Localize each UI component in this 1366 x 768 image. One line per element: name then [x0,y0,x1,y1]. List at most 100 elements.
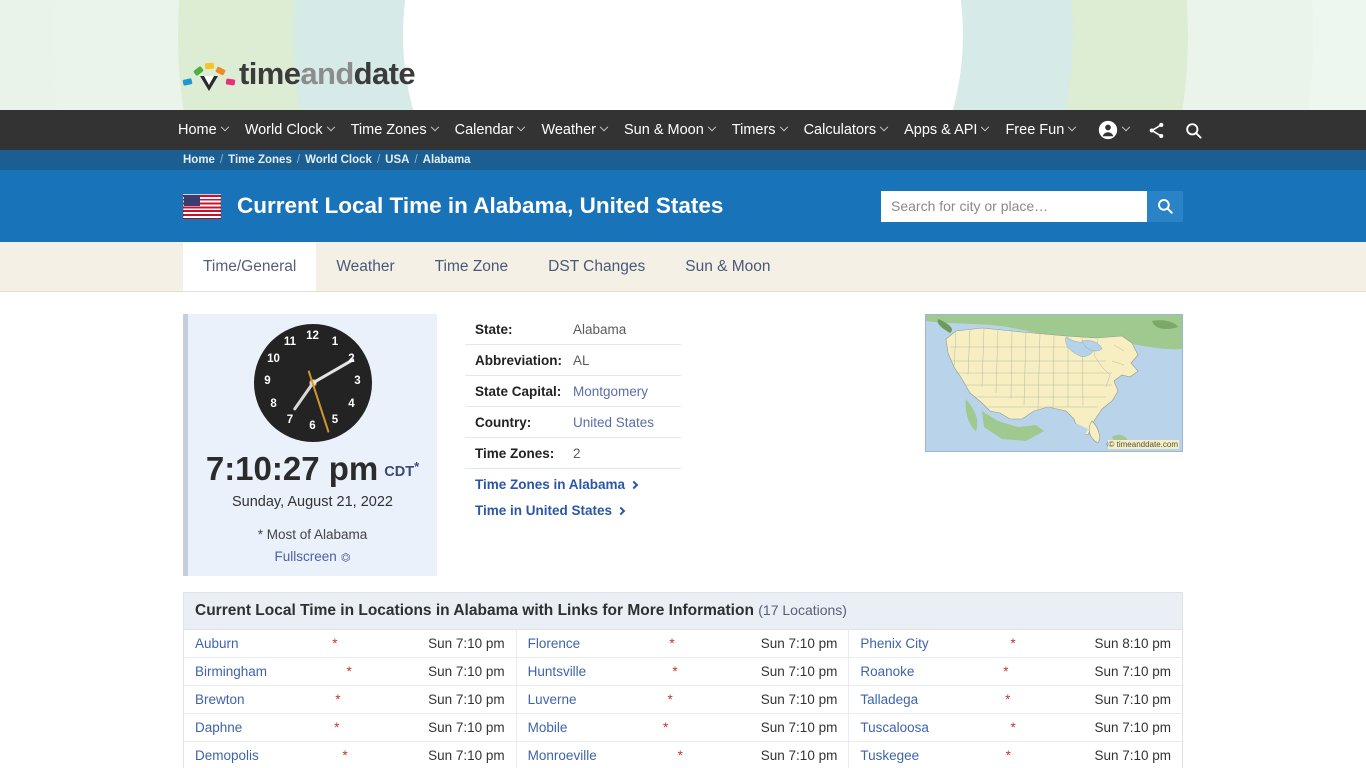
location-name[interactable]: Roanoke [860,664,914,679]
clock-hour-hand [292,382,314,412]
tab-sun-and-moon[interactable]: Sun & Moon [665,242,790,291]
location-name[interactable]: Phenix City [860,636,928,651]
nav-label: Timers [731,122,776,138]
location-cell[interactable]: Phenix City * Sun 8:10 pm [849,630,1182,657]
nav-item-free-fun[interactable]: Free Fun [1005,122,1077,138]
location-time: Sun 7:10 pm [760,720,838,735]
nav-item-calendar[interactable]: Calendar [455,122,526,138]
chevron-down-icon [220,122,229,132]
page-header-left: Current Local Time in Alabama, United St… [183,193,723,219]
site-logo[interactable]: timeanddate [182,56,416,91]
location-cell[interactable]: Birmingham * Sun 7:10 pm [184,658,517,685]
chevron-right-icon [616,506,626,516]
breadcrumb-item-time-zones[interactable]: Time Zones [228,154,292,166]
summary-row: 12 1 2 3 4 5 6 7 8 9 10 11 7:10:27 pm CDT* Sunday, A… [183,314,1183,576]
masthead-arc-white [403,0,963,110]
location-star: * [662,720,669,735]
location-map[interactable]: © timeanddate.com © timeanddate.com [925,314,1183,452]
location-time: Sun 7:10 pm [428,636,505,651]
info-value-link-united-states[interactable]: United States [573,415,654,430]
location-cell[interactable]: Roanoke * Sun 7:10 pm [849,658,1182,685]
location-name[interactable]: Talladega [860,692,918,707]
timezone-abbr: CDT [384,464,415,480]
logo-text-time: time [239,56,301,91]
chevron-down-icon [1122,122,1131,132]
location-name[interactable]: Huntsville [528,664,587,679]
locations-table-title: Current Local Time in Locations in Alaba… [184,593,1182,630]
link-time-zones-in-alabama[interactable]: Time Zones in Alabama [465,469,681,495]
nav-item-apps-and-api[interactable]: Apps & API [904,122,990,138]
location-cell[interactable]: Tuscaloosa * Sun 7:10 pm [849,714,1182,741]
location-time: Sun 7:10 pm [428,720,505,735]
breadcrumb: Home / Time Zones / World Clock / USA / … [0,150,1366,170]
location-name[interactable]: Mobile [528,720,568,735]
nav-item-world-clock[interactable]: World Clock [245,122,335,138]
location-cell[interactable]: Brewton * Sun 7:10 pm [184,686,517,713]
nav-item-calculators[interactable]: Calculators [804,122,889,138]
location-cell[interactable]: Tuskegee * Sun 7:10 pm [849,742,1182,768]
info-label: Time Zones: [475,446,555,461]
location-name[interactable]: Tuskegee [860,748,919,763]
breadcrumb-item-usa[interactable]: USA [385,154,409,166]
location-cell[interactable]: Auburn * Sun 7:10 pm [184,630,517,657]
nav-icon-group [1098,120,1221,140]
clock-numeral-9: 9 [264,375,271,387]
info-value: AL [573,353,590,368]
locations-title-text: Current Local Time in Locations in Alaba… [195,602,754,619]
nav-item-time-zones[interactable]: Time Zones [351,122,439,138]
tab-time-general[interactable]: Time/General [183,242,317,291]
link-time-in-united-states[interactable]: Time in United States [465,495,681,521]
location-name[interactable]: Monroeville [528,748,597,763]
info-label: Country: [475,415,532,430]
location-cell[interactable]: Huntsville * Sun 7:10 pm [517,658,850,685]
nav-item-weather[interactable]: Weather [541,122,609,138]
location-name[interactable]: Brewton [195,692,245,707]
fullscreen-link[interactable]: Fullscreen ⏣ [188,549,437,564]
page-header: Current Local Time in Alabama, United St… [0,170,1366,242]
clock-numeral-12: 12 [306,330,319,342]
location-name[interactable]: Demopolis [195,748,259,763]
breadcrumb-separator: / [376,154,381,166]
timezone-footnote: * Most of Alabama [257,527,368,542]
tab-dst-changes[interactable]: DST Changes [528,242,665,291]
link-label: Time Zones in Alabama [475,477,626,492]
clock-numeral-5: 5 [331,413,339,426]
location-time: Sun 7:10 pm [760,748,838,763]
location-cell[interactable]: Luverne * Sun 7:10 pm [517,686,850,713]
location-name[interactable]: Birmingham [195,664,267,679]
nav-item-timers[interactable]: Timers [731,122,788,138]
share-icon[interactable] [1147,121,1166,140]
nav-label: Free Fun [1005,122,1065,138]
location-name[interactable]: Daphne [195,720,242,735]
location-cell[interactable]: Daphne * Sun 7:10 pm [184,714,517,741]
breadcrumb-item-home[interactable]: Home [183,154,215,166]
tab-weather[interactable]: Weather [316,242,414,291]
time-value: 7:10:27 pm [205,450,379,487]
breadcrumb-item-world-clock[interactable]: World Clock [305,154,372,166]
search-box [881,190,1183,222]
location-name[interactable]: Florence [528,636,581,651]
info-value-link-montgomery[interactable]: Montgomery [573,384,648,399]
search-input[interactable] [881,190,1147,222]
location-name[interactable]: Auburn [195,636,239,651]
location-time: Sun 8:10 pm [1094,636,1172,651]
location-cell[interactable]: Monroeville * Sun 7:10 pm [517,742,850,768]
location-name[interactable]: Luverne [528,692,577,707]
nav-item-home[interactable]: Home [178,122,229,138]
tab-time-zone[interactable]: Time Zone [415,242,529,291]
location-cell[interactable]: Demopolis * Sun 7:10 pm [184,742,517,768]
location-time: Sun 7:10 pm [1094,664,1171,679]
nav-item-sun-and-moon[interactable]: Sun & Moon [624,122,717,138]
account-icon[interactable] [1098,120,1131,140]
location-cell[interactable]: Mobile * Sun 7:10 pm [517,714,850,741]
search-icon[interactable] [1184,121,1203,140]
location-star: * [1010,720,1016,735]
chevron-right-icon [629,480,639,490]
location-cell[interactable]: Florence * Sun 7:10 pm [517,630,850,657]
location-cell[interactable]: Talladega * Sun 7:10 pm [849,686,1182,713]
breadcrumb-item-alabama[interactable]: Alabama [423,154,471,166]
location-time: Sun 7:10 pm [760,692,838,707]
section-tabs: Time/General Weather Time Zone DST Chang… [0,242,1366,292]
location-name[interactable]: Tuscaloosa [860,720,929,735]
search-button[interactable] [1147,190,1183,222]
